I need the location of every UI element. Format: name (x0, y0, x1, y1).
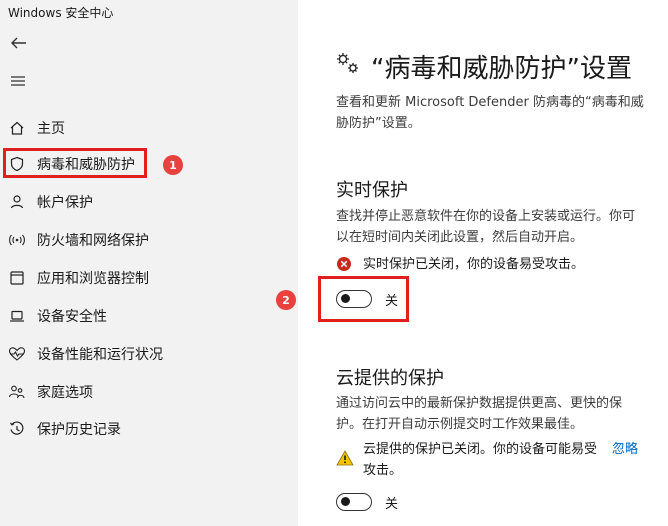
settings-gear-icon (335, 51, 361, 77)
warning-triangle-icon (336, 450, 354, 470)
step-badge-1: 1 (163, 155, 183, 175)
page-title: “病毒和威胁防护”设置 (371, 54, 632, 84)
family-icon (8, 383, 26, 401)
laptop-icon (8, 307, 26, 325)
back-button[interactable] (8, 32, 30, 54)
dismiss-link[interactable]: 忽略 (612, 439, 638, 460)
history-icon (8, 420, 26, 438)
app-window-icon (8, 269, 26, 287)
toggle-knob (341, 294, 350, 303)
cloud-status-row: 云提供的保护已关闭。你的设备可能易受攻击。 忽略 (336, 439, 656, 483)
back-arrow-icon (11, 37, 26, 49)
sidebar-item-label: 家庭选项 (37, 385, 93, 401)
sidebar-item-home[interactable]: 主页 (0, 109, 298, 147)
cloud-toggle-label: 关 (385, 497, 399, 512)
realtime-status-text: 实时保护已关闭，你的设备易受攻击。 (363, 257, 585, 272)
sidebar-item-account-protection[interactable]: 帐户保护 (0, 183, 298, 221)
cloud-status-text: 云提供的保护已关闭。你的设备可能易受攻击。 (363, 442, 598, 478)
sidebar-item-label: 保护历史记录 (37, 422, 121, 438)
cloud-protection-toggle[interactable] (336, 493, 372, 511)
sidebar-item-label: 主页 (37, 121, 65, 137)
page-description: 查看和更新 Microsoft Defender 防病毒的“病毒和威胁防护”设置… (336, 95, 644, 131)
realtime-toggle-label: 关 (385, 294, 399, 309)
sidebar-item-label: 防火墙和网络保护 (37, 233, 149, 249)
cloud-description: 通过访问云中的最新保护数据提供更高、更快的保护。在打开自动示例提交时工作效果最佳… (336, 396, 623, 432)
home-icon (8, 119, 26, 137)
realtime-protection-toggle[interactable] (336, 290, 372, 308)
toggle-knob (341, 497, 350, 506)
person-icon (8, 193, 26, 211)
sidebar-item-device-security[interactable]: 设备安全性 (0, 297, 298, 335)
sidebar-item-label: 设备性能和运行状况 (37, 347, 163, 363)
sidebar: Windows 安全中心 主页 病毒和威胁防护 帐户保护 防火墙和网络保护 应用… (0, 0, 298, 526)
selection-highlight-box (3, 148, 147, 178)
sidebar-item-label: 帐户保护 (37, 195, 93, 211)
window-title: Windows 安全中心 (8, 6, 114, 20)
hamburger-icon (11, 76, 25, 86)
step-badge-2: 2 (276, 290, 296, 310)
sidebar-item-label: 设备安全性 (37, 309, 107, 325)
realtime-description: 查找并停止恶意软件在你的设备上安装或运行。你可以在短时间内关闭此设置，然后自动开… (336, 209, 636, 245)
error-x-icon (336, 256, 352, 276)
heart-pulse-icon (8, 345, 26, 363)
realtime-section-title: 实时保护 (336, 180, 408, 201)
sidebar-item-app-browser-control[interactable]: 应用和浏览器控制 (0, 259, 298, 297)
sidebar-item-label: 应用和浏览器控制 (37, 271, 149, 287)
sidebar-item-protection-history[interactable]: 保护历史记录 (0, 410, 298, 448)
sidebar-item-family-options[interactable]: 家庭选项 (0, 373, 298, 411)
cloud-section-title: 云提供的保护 (336, 368, 444, 389)
menu-button[interactable] (8, 70, 30, 92)
sidebar-item-device-performance[interactable]: 设备性能和运行状况 (0, 335, 298, 373)
sidebar-item-firewall[interactable]: 防火墙和网络保护 (0, 221, 298, 259)
antenna-icon (8, 231, 26, 249)
